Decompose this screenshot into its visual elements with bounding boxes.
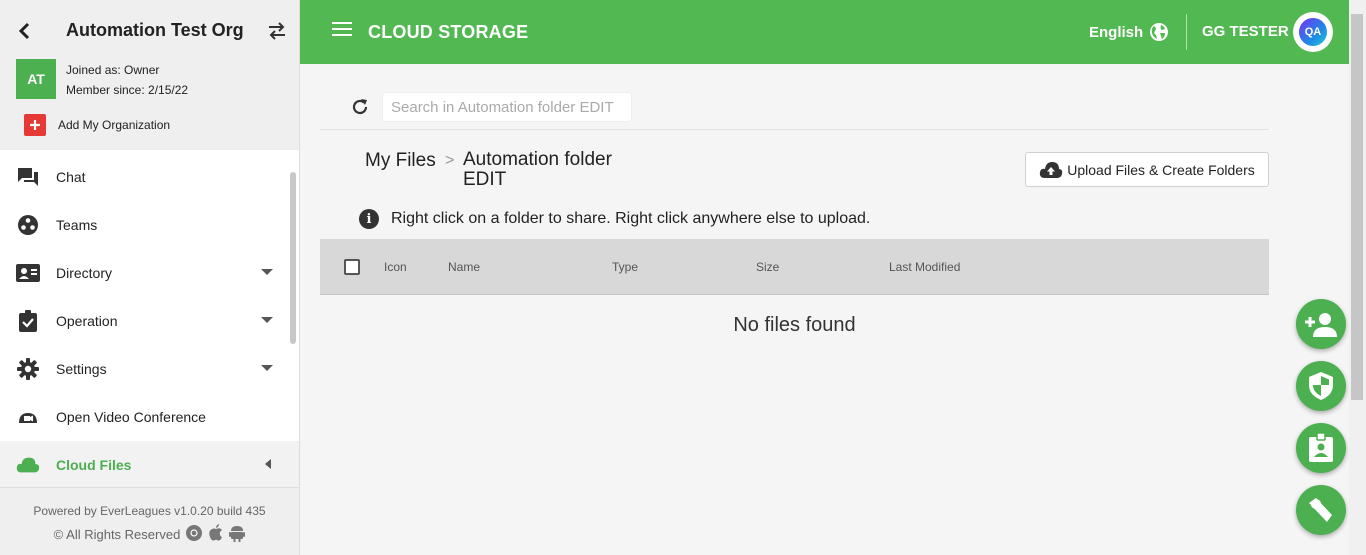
sidebar-item-label: Open Video Conference [56, 409, 206, 425]
header-divider [1186, 14, 1187, 50]
select-all-checkbox[interactable] [344, 259, 360, 275]
directory-icon [16, 261, 40, 285]
sidebar-nav: Chat Teams Directory Operation Settings … [0, 153, 299, 489]
powered-by: Powered by EverLeagues v1.0.20 build 435 [33, 504, 266, 518]
chevron-left-icon [265, 459, 271, 469]
org-name: Automation Test Org [66, 20, 244, 40]
gear-icon [16, 357, 40, 381]
info-text: Right click on a folder to share. Right … [391, 210, 871, 227]
chevron-down-icon [261, 365, 273, 371]
sidebar-item-teams[interactable]: Teams [0, 201, 299, 249]
operation-icon [16, 309, 40, 333]
shield-icon [1309, 372, 1333, 400]
user-avatar[interactable]: QA [1293, 12, 1333, 52]
sidebar-item-operation[interactable]: Operation [0, 297, 299, 345]
column-header-icon[interactable]: Icon [384, 260, 407, 274]
badge-icon [1309, 433, 1333, 462]
chat-icon [16, 165, 40, 189]
sidebar: Automation Test Org AT Joined as: Owner … [0, 0, 300, 555]
security-button[interactable] [1296, 361, 1346, 411]
qa-logo-icon: QA [1297, 16, 1329, 48]
rights-text: © All Rights Reserved [53, 527, 181, 542]
breadcrumb-root[interactable]: My Files [365, 150, 436, 172]
column-header-type[interactable]: Type [612, 260, 638, 274]
tools-button[interactable] [1296, 485, 1346, 535]
sidebar-item-label: Operation [56, 313, 118, 329]
android-icon[interactable] [229, 524, 246, 545]
rights-row: © All Rights Reserved [0, 524, 299, 545]
page-title: CLOUD STORAGE [368, 22, 529, 42]
breadcrumb-current: Automation folder EDIT [463, 149, 612, 190]
hamburger-menu-icon[interactable] [332, 22, 352, 42]
main-content: My Files > Automation folder EDIT Upload… [300, 64, 1349, 555]
add-person-icon [1305, 313, 1337, 337]
sidebar-scrollbar[interactable] [290, 172, 296, 344]
sidebar-item-settings[interactable]: Settings [0, 345, 299, 393]
language-selector[interactable]: English [1089, 22, 1169, 42]
globe-icon [1150, 23, 1169, 41]
sidebar-item-label: Settings [56, 361, 107, 377]
switch-org-button[interactable] [265, 20, 289, 42]
contact-card-button[interactable] [1296, 423, 1346, 473]
org-avatar: AT [16, 59, 56, 99]
teams-icon [16, 213, 40, 237]
table-header: Icon Name Type Size Last Modified [320, 239, 1269, 295]
sidebar-footer: Powered by EverLeagues v1.0.20 build 435… [0, 487, 299, 555]
sidebar-item-label: Teams [56, 217, 98, 233]
search-input[interactable] [382, 92, 632, 122]
add-organization-button[interactable]: Add My Organization [24, 114, 170, 136]
column-header-name[interactable]: Name [448, 260, 480, 274]
cloud-icon [16, 453, 40, 477]
column-header-last-modified[interactable]: Last Modified [889, 260, 960, 274]
sidebar-item-label: Cloud Files [56, 457, 132, 473]
top-bar: CLOUD STORAGE English GG TESTER QA [300, 0, 1349, 64]
add-organization-label: Add My Organization [58, 118, 171, 132]
chrome-icon[interactable] [185, 524, 203, 545]
sidebar-item-video-conference[interactable]: Open Video Conference [0, 393, 299, 441]
divider [320, 129, 1269, 130]
refresh-icon[interactable] [350, 97, 370, 117]
wrench-icon [1309, 498, 1332, 522]
video-icon [16, 405, 40, 429]
cloud-upload-icon [1040, 161, 1063, 178]
back-button[interactable] [13, 20, 35, 42]
column-header-size[interactable]: Size [756, 260, 779, 274]
sidebar-item-cloud-files[interactable]: Cloud Files [0, 441, 299, 489]
apple-icon[interactable] [208, 524, 224, 545]
sidebar-item-label: Chat [56, 169, 86, 185]
swap-icon [269, 22, 285, 40]
sidebar-item-chat[interactable]: Chat [0, 153, 299, 201]
page-scrollbar-thumb[interactable] [1351, 14, 1363, 400]
chevron-left-icon [18, 22, 30, 40]
sidebar-item-directory[interactable]: Directory [0, 249, 299, 297]
upload-button-label: Upload Files & Create Folders [1067, 161, 1255, 178]
chevron-down-icon [261, 269, 273, 275]
sidebar-item-label: Directory [56, 265, 113, 281]
add-box-icon [24, 114, 46, 136]
info-hint: i Right click on a folder to share. Righ… [359, 209, 870, 229]
empty-state: No files found [733, 314, 856, 336]
org-header: Automation Test Org AT Joined as: Owner … [0, 0, 299, 150]
user-name[interactable]: GG TESTER [1202, 23, 1289, 40]
chevron-down-icon [261, 317, 273, 323]
language-label: English [1089, 23, 1144, 41]
upload-files-button[interactable]: Upload Files & Create Folders [1025, 152, 1269, 187]
add-person-button[interactable] [1296, 299, 1346, 349]
breadcrumb-separator: > [445, 152, 455, 169]
joined-as: Joined as: Owner [66, 63, 160, 77]
info-icon: i [359, 209, 379, 229]
member-since: Member since: 2/15/22 [66, 83, 189, 97]
